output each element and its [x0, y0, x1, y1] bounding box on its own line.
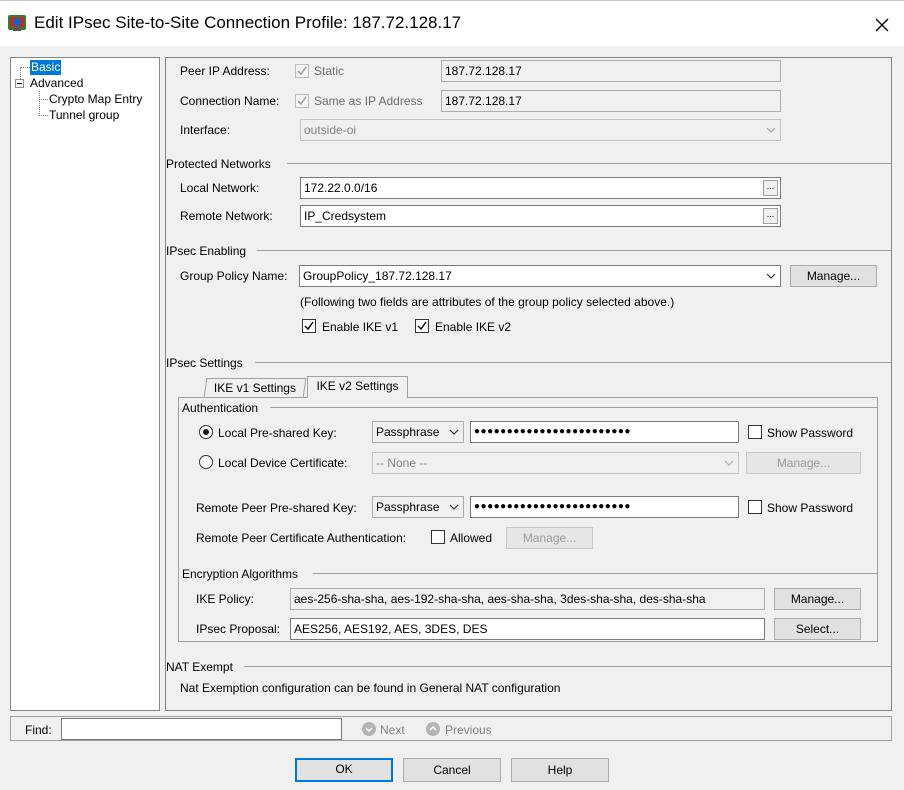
static-label: Static — [314, 64, 345, 78]
previous-icon[interactable] — [426, 722, 440, 736]
checkmark-icon — [304, 321, 314, 331]
local-cert-radio[interactable] — [199, 455, 213, 469]
tree-item-basic[interactable]: Basic — [30, 60, 62, 75]
ike-policy-manage-button[interactable]: Manage... — [774, 588, 861, 610]
remote-network-field[interactable]: IP_Credsystem — [300, 205, 781, 227]
same-as-ip-checkbox[interactable] — [295, 94, 309, 108]
remote-cert-auth-label: Remote Peer Certificate Authentication: — [196, 531, 407, 545]
tab-ike-v1-label: IKE v1 Settings — [213, 381, 296, 395]
remote-psk-label: Remote Peer Pre-shared Key: — [196, 501, 357, 515]
tab-ike-v2-settings[interactable]: IKE v2 Settings — [307, 376, 408, 398]
section-divider — [255, 362, 891, 363]
chevron-down-icon — [449, 504, 459, 510]
ok-button[interactable]: OK — [295, 758, 393, 782]
peer-ip-field[interactable]: 187.72.128.17 — [441, 60, 781, 82]
chevron-down-icon — [449, 429, 459, 435]
group-policy-label: Group Policy Name: — [180, 269, 288, 283]
tree-item-advanced[interactable]: Advanced — [30, 76, 83, 91]
ipsec-settings-heading: IPsec Settings — [166, 356, 243, 370]
remote-show-password-checkbox[interactable] — [748, 500, 762, 514]
remote-cert-allowed-checkbox[interactable] — [431, 530, 445, 544]
remote-cert-manage-button[interactable]: Manage... — [506, 527, 593, 549]
remote-network-browse-button[interactable]: ... — [763, 208, 778, 224]
ike-policy-label: IKE Policy: — [196, 592, 255, 606]
section-divider — [257, 250, 891, 251]
section-divider — [270, 407, 877, 408]
tab-ike-v2-label: IKE v2 Settings — [316, 379, 399, 393]
section-divider — [287, 163, 891, 164]
tab-ike-v1-settings[interactable]: IKE v1 Settings — [203, 378, 307, 398]
window-title: Edit IPsec Site-to-Site Connection Profi… — [34, 13, 462, 32]
remote-psk-type-value: Passphrase — [376, 500, 440, 514]
local-psk-label: Local Pre-shared Key: — [218, 426, 337, 440]
ipsec-proposal-label: IPsec Proposal: — [196, 622, 281, 636]
same-as-ip-label: Same as IP Address — [314, 94, 423, 108]
encryption-algorithms-heading: Encryption Algorithms — [182, 567, 299, 581]
peer-ip-label: Peer IP Address: — [180, 64, 270, 78]
chevron-down-icon — [766, 127, 776, 133]
local-show-password-checkbox[interactable] — [748, 425, 762, 439]
group-policy-manage-button[interactable]: Manage... — [790, 265, 877, 287]
chevron-down-icon — [766, 273, 776, 279]
local-cert-manage-button[interactable]: Manage... — [746, 452, 861, 474]
cancel-button[interactable]: Cancel — [403, 758, 501, 782]
next-button[interactable]: Next — [380, 723, 405, 737]
remote-show-password-label: Show Password — [767, 501, 854, 515]
ike-policy-field[interactable]: aes-256-sha-sha, aes-192-sha-sha, aes-sh… — [290, 588, 765, 610]
local-psk-field[interactable]: ●●●●●●●●●●●●●●●●●●●●●●●● — [470, 421, 739, 443]
local-show-password-label: Show Password — [767, 426, 854, 440]
nat-exempt-text: Nat Exemption configuration can be found… — [180, 681, 561, 695]
collapse-icon[interactable] — [15, 79, 24, 88]
local-cert-select[interactable]: -- None -- — [372, 452, 739, 474]
tree-item-crypto-map-entry[interactable]: Crypto Map Entry — [49, 92, 142, 107]
nat-exempt-heading: NAT Exempt — [166, 660, 233, 674]
local-network-field[interactable]: 172.22.0.0/16 — [300, 177, 781, 199]
local-psk-type-value: Passphrase — [376, 425, 440, 439]
close-button[interactable] — [864, 10, 900, 40]
enable-ike-v1-label: Enable IKE v1 — [322, 320, 399, 334]
connection-name-label: Connection Name: — [180, 94, 280, 108]
enable-ike-v2-checkbox[interactable] — [415, 319, 429, 333]
asdm-app-icon — [7, 13, 27, 33]
local-network-browse-button[interactable]: ... — [763, 180, 778, 196]
ipsec-proposal-field[interactable]: AES256, AES192, AES, 3DES, DES — [290, 618, 765, 640]
close-icon — [875, 18, 889, 32]
checkmark-icon — [417, 321, 427, 331]
help-button[interactable]: Help — [511, 758, 609, 782]
group-policy-value: GroupPolicy_187.72.128.17 — [303, 269, 452, 283]
local-psk-type-select[interactable]: Passphrase — [372, 421, 464, 443]
remote-psk-type-select[interactable]: Passphrase — [372, 496, 464, 518]
local-cert-label: Local Device Certificate: — [218, 456, 348, 470]
connection-name-field[interactable]: 187.72.128.17 — [441, 90, 781, 112]
group-policy-note: (Following two fields are attributes of … — [300, 295, 675, 309]
enable-ike-v1-checkbox[interactable] — [302, 319, 316, 333]
interface-select[interactable]: outside-oi — [300, 119, 781, 141]
static-checkbox[interactable] — [295, 64, 309, 78]
enable-ike-v2-label: Enable IKE v2 — [435, 320, 512, 334]
local-psk-radio[interactable] — [199, 425, 213, 439]
find-label: Find: — [25, 723, 52, 737]
find-input[interactable] — [61, 718, 342, 740]
tree-item-tunnel-group[interactable]: Tunnel group — [49, 108, 119, 123]
next-icon[interactable] — [362, 722, 376, 736]
local-cert-value: -- None -- — [376, 456, 428, 470]
remote-cert-allowed-label: Allowed — [450, 531, 493, 545]
authentication-heading: Authentication — [182, 401, 259, 415]
local-network-label: Local Network: — [180, 181, 260, 195]
ipsec-proposal-select-button[interactable]: Select... — [774, 618, 861, 640]
protected-networks-heading: Protected Networks — [166, 157, 271, 171]
navigation-tree: Basic Advanced Crypto Map Entry Tunnel g… — [10, 57, 160, 711]
remote-psk-field[interactable]: ●●●●●●●●●●●●●●●●●●●●●●●● — [470, 496, 739, 518]
group-policy-select[interactable]: GroupPolicy_187.72.128.17 — [299, 265, 781, 287]
checkmark-icon — [297, 66, 307, 76]
section-divider — [244, 666, 891, 667]
interface-label: Interface: — [180, 123, 231, 137]
interface-value: outside-oi — [304, 123, 357, 137]
section-divider — [313, 573, 877, 574]
previous-button[interactable]: Previous — [445, 723, 492, 737]
ipsec-enabling-heading: IPsec Enabling — [166, 244, 247, 258]
remote-network-label: Remote Network: — [180, 209, 273, 223]
chevron-down-icon — [724, 460, 734, 466]
checkmark-icon — [297, 96, 307, 106]
